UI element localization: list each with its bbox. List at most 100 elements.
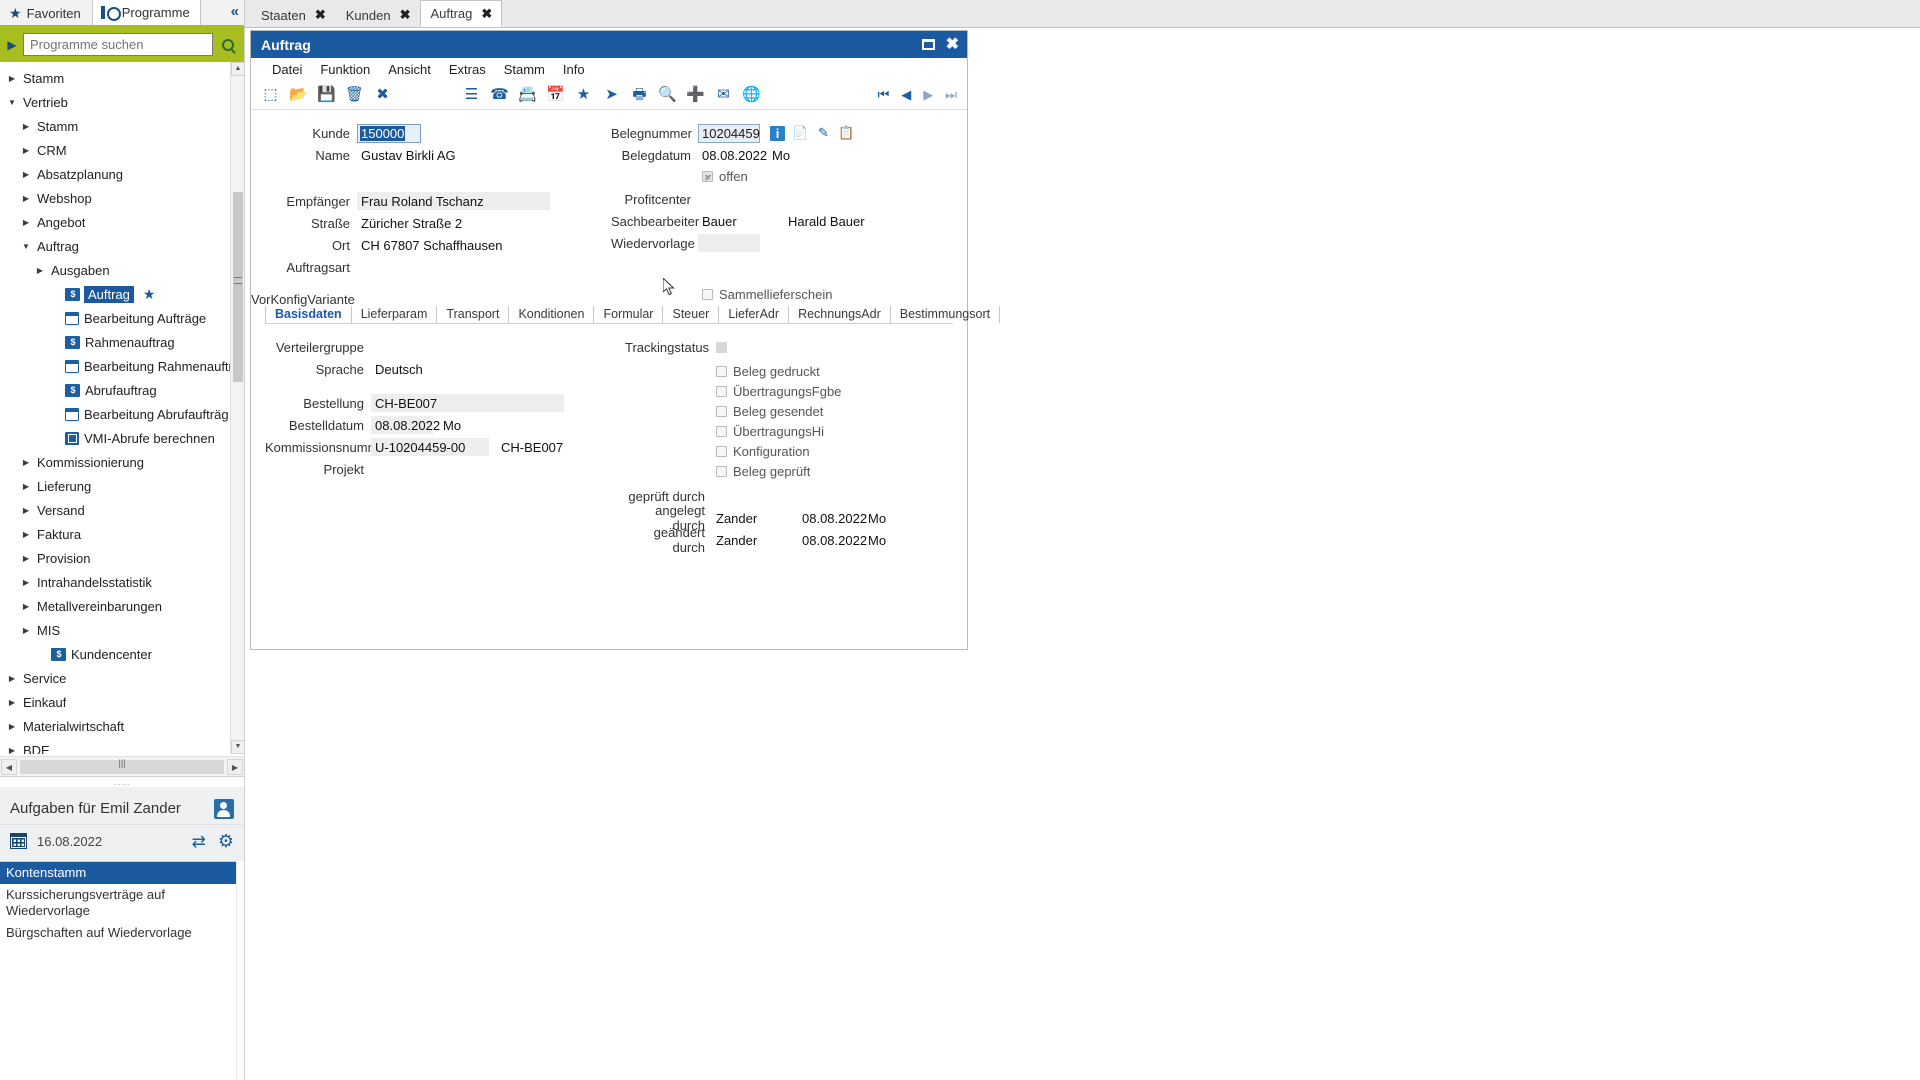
chevron-down-icon[interactable]: ▼ bbox=[6, 98, 18, 107]
tree-item-webshop[interactable]: ▶ Webshop bbox=[0, 186, 230, 210]
task-list-item[interactable]: Kontenstamm bbox=[0, 862, 244, 884]
chevron-right-icon[interactable]: ▶ bbox=[20, 218, 32, 227]
menu-bar[interactable]: Datei Funktion Ansicht Extras Stamm Info bbox=[251, 58, 967, 80]
panel-splitter[interactable]: …… bbox=[0, 777, 244, 787]
chevron-right-icon[interactable]: ▶ bbox=[34, 266, 46, 275]
scroll-thumb[interactable] bbox=[233, 192, 243, 382]
checkbox-übertragungshi[interactable]: ÜbertragungsHi bbox=[716, 421, 965, 441]
next-record-icon[interactable]: ▶ bbox=[923, 87, 933, 103]
task-list-item[interactable]: Bürgschaften auf Wiedervorlage bbox=[0, 922, 244, 944]
tab-bestimmungsort[interactable]: Bestimmungsort bbox=[891, 306, 1001, 323]
window-title-bar[interactable]: Auftrag ✖ bbox=[251, 31, 967, 58]
edit-document-icon[interactable]: ✎ bbox=[816, 125, 831, 141]
checkbox-box[interactable] bbox=[716, 405, 727, 417]
tree-item-bde[interactable]: ▶ BDE bbox=[0, 738, 230, 755]
belegnummer-input[interactable]: 10204459 bbox=[698, 123, 760, 143]
open-folder-icon[interactable]: 📂 bbox=[289, 85, 308, 104]
belegnummer-actions[interactable]: i 📄 ✎ 📋 bbox=[770, 125, 855, 141]
copy-document-icon[interactable]: 📋 bbox=[838, 125, 854, 141]
document-tab-bar[interactable]: Staaten ✖ Kunden ✖ Auftrag ✖ bbox=[245, 0, 1920, 28]
status-checkbox-group[interactable]: Beleg gedruckt ÜbertragungsFgbe Beleg gese… bbox=[625, 361, 965, 481]
scroll-up-button[interactable]: ▲ bbox=[231, 62, 244, 76]
toolbar-right-group[interactable]: ☰ ☎ 📇 📅 ★ ➤ 🖶 🔍 ➕ ✉ 🌐 bbox=[462, 85, 761, 104]
checkbox-offen-box[interactable] bbox=[702, 170, 713, 182]
tree-item-versand[interactable]: ▶ Versand bbox=[0, 498, 230, 522]
chevron-right-icon[interactable]: ▶ bbox=[20, 506, 32, 515]
tree-item-auftrag[interactable]: ▼ Auftrag bbox=[0, 234, 230, 258]
tree-horizontal-scrollbar[interactable]: ◀ ▶ bbox=[0, 756, 244, 776]
calendar-icon[interactable] bbox=[10, 833, 27, 849]
tree-item-abrufauftrag[interactable]: $ Abrufauftrag bbox=[0, 378, 230, 402]
list-view-icon[interactable]: ☰ bbox=[462, 85, 481, 104]
person-icon[interactable] bbox=[214, 798, 234, 819]
chevron-right-icon[interactable]: ▶ bbox=[20, 482, 32, 491]
preview-icon[interactable]: 🔍 bbox=[658, 85, 677, 104]
chevron-right-icon[interactable]: ▶ bbox=[20, 626, 32, 635]
tree-item-service[interactable]: ▶ Service bbox=[0, 666, 230, 690]
menu-item-datei[interactable]: Datei bbox=[263, 60, 311, 79]
bestelldatum-input[interactable]: 08.08.2022 bbox=[371, 416, 440, 434]
tree-item-mis[interactable]: ▶ MIS bbox=[0, 618, 230, 642]
checkbox-box[interactable] bbox=[716, 465, 727, 477]
scroll-right-button[interactable]: ▶ bbox=[227, 758, 243, 775]
tree-item-auftrag[interactable]: $ Auftrag ★ bbox=[0, 282, 230, 306]
checkbox-beleg-gesendet[interactable]: Beleg gesendet bbox=[716, 401, 965, 421]
chevron-right-icon[interactable]: ▶ bbox=[20, 170, 32, 179]
tab-favoriten[interactable]: ★ Favoriten bbox=[0, 1, 92, 25]
chevron-right-icon[interactable]: ▶ bbox=[20, 602, 32, 611]
forward-arrow-icon[interactable]: ➤ bbox=[602, 85, 621, 104]
checkbox-konfiguration[interactable]: Konfiguration bbox=[716, 441, 965, 461]
checkbox-box[interactable] bbox=[716, 385, 727, 397]
tree-item-kundencenter[interactable]: $ Kundencenter bbox=[0, 642, 230, 666]
checkbox-sammellieferschein[interactable]: Sammellieferschein bbox=[611, 284, 951, 304]
tree-item-intrahandelsstatistik[interactable]: ▶ Intrahandelsstatistik bbox=[0, 570, 230, 594]
checkbox-beleg-geprüft[interactable]: Beleg geprüft bbox=[716, 461, 965, 481]
delete-trash-icon[interactable]: 🗑 bbox=[345, 85, 364, 104]
first-record-icon[interactable]: ⏮ bbox=[878, 87, 890, 103]
tree-item-crm[interactable]: ▶ CRM bbox=[0, 138, 230, 162]
tree-item-bearbeitung-abrufauftr-g[interactable]: Bearbeitung Abrufaufträg bbox=[0, 402, 230, 426]
cancel-x-icon[interactable]: ✖ bbox=[373, 85, 392, 104]
close-icon[interactable]: ✖ bbox=[946, 36, 959, 53]
tree-item-vmi-abrufe-berechnen[interactable]: VMI-Abrufe berechnen bbox=[0, 426, 230, 450]
tree-item-kommissionierung[interactable]: ▶ Kommissionierung bbox=[0, 450, 230, 474]
search-input[interactable] bbox=[24, 34, 212, 55]
chevron-right-icon[interactable]: ▶ bbox=[6, 746, 18, 755]
tab-strip[interactable]: Basisdaten Lieferparam Transport Konditione… bbox=[265, 304, 1001, 324]
document-tab-kunden[interactable]: Kunden ✖ bbox=[336, 3, 421, 27]
sachbearbeiter-value[interactable]: Bauer bbox=[698, 214, 788, 229]
wiedervorlage-input[interactable] bbox=[698, 234, 760, 252]
chevron-right-icon[interactable]: ▶ bbox=[6, 674, 18, 683]
chevron-down-icon[interactable]: ▼ bbox=[20, 242, 32, 251]
bestellung-input[interactable]: CH-BE007 bbox=[371, 394, 564, 412]
phone-icon[interactable]: ☎ bbox=[490, 85, 509, 104]
program-tree[interactable]: ▶ Stamm ▼ Vertrieb ▶ Stamm ▶ CRM ▶ Absatzplanung ▶… bbox=[0, 62, 230, 755]
tree-item-provision[interactable]: ▶ Provision bbox=[0, 546, 230, 570]
checkbox-übertragungsfgbe[interactable]: ÜbertragungsFgbe bbox=[716, 381, 965, 401]
chevron-right-icon[interactable]: ▶ bbox=[20, 554, 32, 563]
hscroll-thumb[interactable] bbox=[20, 759, 224, 774]
double-chevron-left-icon[interactable]: « bbox=[231, 3, 240, 20]
favorite-star-icon[interactable]: ★ bbox=[143, 286, 156, 303]
favorite-star-icon[interactable]: ★ bbox=[574, 85, 593, 104]
record-navigation-group[interactable]: ⏮ ◀ ▶ ⏭ bbox=[878, 87, 957, 103]
gear-icon[interactable]: ⚙ bbox=[218, 832, 234, 850]
tab-programme[interactable]: Programme bbox=[91, 0, 201, 25]
tab-transport[interactable]: Transport bbox=[437, 306, 510, 323]
chevron-right-icon[interactable]: ▶ bbox=[6, 698, 18, 707]
close-icon[interactable]: ✖ bbox=[315, 7, 326, 23]
tab-steuer[interactable]: Steuer bbox=[663, 306, 720, 323]
tab-rechnungsadr[interactable]: RechnungsAdr bbox=[789, 306, 891, 323]
tree-item-metallvereinbarungen[interactable]: ▶ Metallvereinbarungen bbox=[0, 594, 230, 618]
menu-item-ansicht[interactable]: Ansicht bbox=[379, 60, 440, 79]
menu-item-extras[interactable]: Extras bbox=[440, 60, 495, 79]
toolbar-left-group[interactable]: ⬚ 📂 💾 🗑 ✖ bbox=[261, 85, 392, 104]
tree-item-stamm[interactable]: ▶ Stamm bbox=[0, 66, 230, 90]
menu-item-info[interactable]: Info bbox=[554, 60, 594, 79]
sprache-value[interactable]: Deutsch bbox=[371, 362, 423, 377]
tree-item-ausgaben[interactable]: ▶ Ausgaben bbox=[0, 258, 230, 282]
menu-item-stamm[interactable]: Stamm bbox=[495, 60, 554, 79]
close-icon[interactable]: ✖ bbox=[400, 7, 411, 23]
tab-konditionen[interactable]: Konditionen bbox=[509, 306, 595, 323]
document-tab-auftrag[interactable]: Auftrag ✖ bbox=[420, 0, 503, 27]
